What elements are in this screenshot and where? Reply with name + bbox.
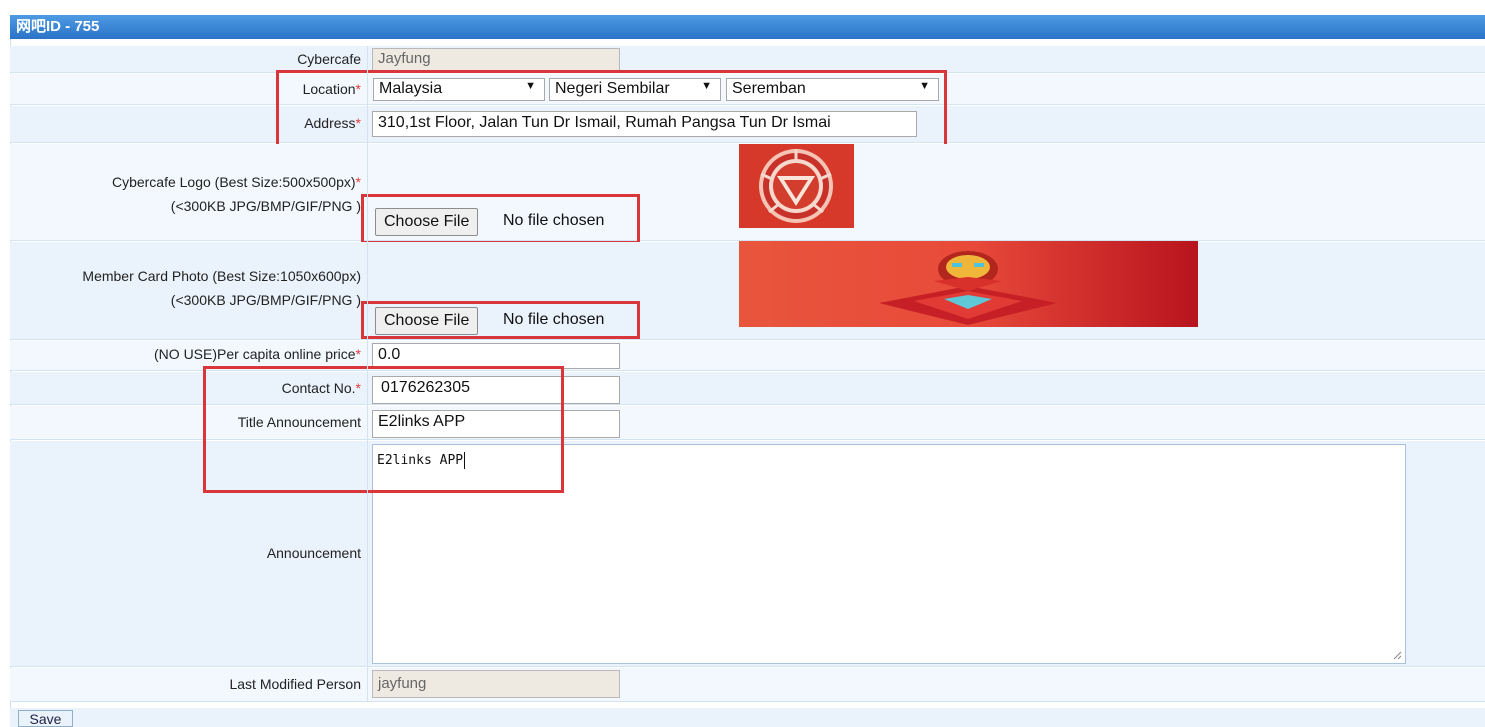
arc-reactor-icon <box>739 144 854 228</box>
column-divider <box>367 46 368 702</box>
last-modified-field: jayfung <box>372 670 620 698</box>
highlight-box-card <box>361 301 640 339</box>
cybercafe-logo-image <box>739 144 854 228</box>
card-label: Member Card Photo (Best Size:1050x600px)… <box>82 268 361 308</box>
resize-handle-icon[interactable] <box>1392 650 1402 660</box>
cybercafe-label: Cybercafe <box>297 51 361 67</box>
highlight-box-contact <box>203 366 564 493</box>
highlight-box-location <box>276 70 947 147</box>
last-modified-label: Last Modified Person <box>229 676 361 692</box>
cybercafe-field: Jayfung <box>372 48 620 72</box>
announcement-label: Announcement <box>266 545 361 561</box>
iron-man-card-icon <box>739 241 1198 327</box>
save-bar <box>10 708 1485 727</box>
window-title: 网吧ID - 755 <box>10 15 1485 39</box>
price-label: (NO USE)Per capita online price* <box>154 346 361 362</box>
logo-label: Cybercafe Logo (Best Size:500x500px)* (<… <box>111 174 361 214</box>
highlight-box-logo <box>361 194 640 244</box>
member-card-image <box>739 241 1198 327</box>
save-button[interactable]: Save <box>18 710 73 727</box>
